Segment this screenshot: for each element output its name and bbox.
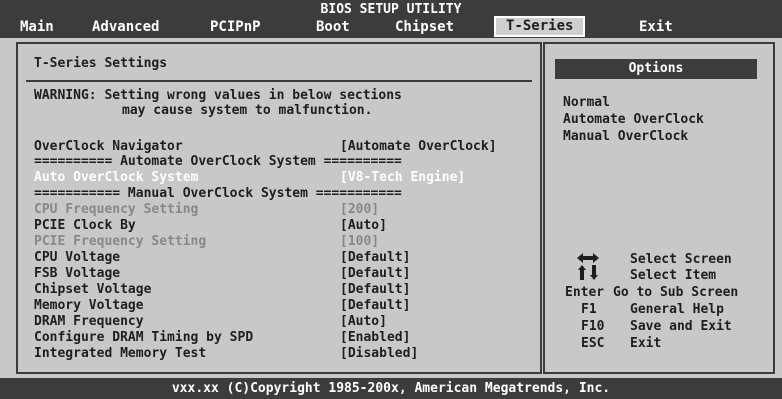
tab-main[interactable]: Main	[20, 19, 54, 35]
warning-line-1: WARNING: Setting wrong values in below s…	[34, 88, 402, 103]
help-panel: Options Normal Automate OverClock Manual…	[543, 42, 775, 374]
setting-label: Configure DRAM Timing by SPD	[34, 330, 254, 345]
top-bar: BIOS SETUP UTILITY Main Advanced PCIPnP …	[0, 0, 782, 38]
setting-label: Memory Voltage	[34, 298, 144, 313]
setting-value: [200]	[340, 202, 380, 217]
setting-value[interactable]: [Disabled]	[340, 346, 418, 361]
help-general-help: General Help	[630, 302, 724, 317]
setting-label: OverClock Navigator	[34, 139, 183, 154]
options-header: Options	[555, 59, 757, 79]
setting-value[interactable]: [V8-Tech Engine]	[340, 170, 465, 185]
setting-label: CPU Voltage	[34, 250, 121, 265]
setting-value[interactable]: [Auto]	[340, 218, 387, 233]
setting-label: FSB Voltage	[34, 266, 121, 281]
option-item[interactable]: Automate OverClock	[563, 112, 704, 127]
tab-chipset[interactable]: Chipset	[395, 19, 454, 35]
setting-value[interactable]: [Default]	[340, 282, 410, 297]
help-save-and-exit: Save and Exit	[630, 319, 732, 334]
tab-t-series[interactable]: T-Series	[494, 16, 586, 37]
help-exit: Exit	[630, 336, 662, 351]
help-key-enter: Enter	[565, 285, 605, 300]
option-item[interactable]: Manual OverClock	[563, 129, 688, 144]
setting-value[interactable]: [Enabled]	[340, 330, 410, 345]
help-select-screen: Select Screen	[630, 252, 732, 267]
setting-label: PCIE Frequency Setting	[34, 234, 207, 249]
setting-value[interactable]: [Auto]	[340, 314, 387, 329]
tab-exit[interactable]: Exit	[639, 19, 673, 35]
copyright-footer: vxx.xx (C)Copyright 1985-200x, American …	[0, 378, 782, 399]
divider	[26, 80, 532, 82]
warning-line-2: may cause system to malfunction.	[122, 103, 373, 118]
setting-label: CPU Frequency Setting	[34, 202, 199, 217]
setting-value[interactable]: [Default]	[340, 298, 410, 313]
setting-label: Chipset Voltage	[34, 282, 152, 297]
help-key-f10: F10	[581, 319, 605, 334]
help-key-f1: F1	[581, 302, 597, 317]
setting-value[interactable]: [Default]	[340, 266, 410, 281]
tab-boot[interactable]: Boot	[316, 19, 350, 35]
tab-pcipnp[interactable]: PCIPnP	[210, 19, 261, 35]
settings-panel: T-Series Settings WARNING: Setting wrong…	[16, 42, 542, 374]
up-down-arrows-icon	[578, 265, 598, 280]
setting-value[interactable]: [Default]	[340, 250, 410, 265]
left-right-arrows-icon	[577, 253, 599, 263]
setting-label: Auto OverClock System	[34, 170, 199, 185]
section-separator: =========== Manual OverClock System ====…	[34, 186, 402, 201]
section-title: T-Series Settings	[34, 56, 168, 71]
setting-label: DRAM Frequency	[34, 314, 144, 329]
help-go-to-sub-screen: Go to Sub Screen	[613, 285, 739, 300]
setting-value: [100]	[340, 234, 380, 249]
tab-advanced[interactable]: Advanced	[92, 19, 159, 35]
setting-label: PCIE Clock By	[34, 218, 136, 233]
option-item[interactable]: Normal	[563, 95, 610, 110]
section-separator: ========== Automate OverClock System ===…	[34, 154, 402, 169]
help-key-esc: ESC	[581, 336, 605, 351]
setting-value[interactable]: [Automate OverClock]	[340, 139, 497, 154]
setting-label: Integrated Memory Test	[34, 346, 207, 361]
arrow-keys-icon	[577, 253, 599, 280]
bios-title: BIOS SETUP UTILITY	[320, 2, 462, 17]
help-select-item: Select Item	[630, 268, 717, 283]
